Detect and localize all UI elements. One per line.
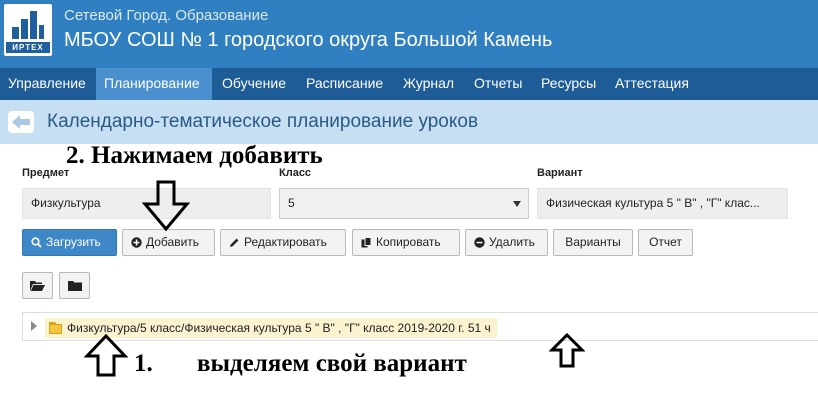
collapse-all-button[interactable] xyxy=(59,272,90,299)
app-title: Сетевой Город. Образование xyxy=(64,7,269,24)
app-header: ИРТЕХ Сетевой Город. Образование МБОУ СО… xyxy=(0,0,818,68)
nav-item-planning[interactable]: Планирование xyxy=(96,68,212,100)
variants-button[interactable]: Варианты xyxy=(553,229,633,256)
load-button-label: Загрузить xyxy=(46,235,101,249)
edit-button[interactable]: Редактировать xyxy=(220,229,346,256)
folder-icon xyxy=(49,322,62,334)
expand-all-button[interactable] xyxy=(22,272,53,299)
page-title-bar: Календарно-тематическое планирование уро… xyxy=(0,100,818,144)
class-select-value: 5 xyxy=(288,196,295,210)
logo-icon[interactable]: ИРТЕХ xyxy=(4,4,52,56)
report-button[interactable]: Отчет xyxy=(638,229,693,256)
delete-button[interactable]: Удалить xyxy=(465,229,548,256)
folder-icon xyxy=(68,281,82,291)
nav-item-certification[interactable]: Аттестация xyxy=(607,68,703,100)
delete-button-label: Удалить xyxy=(489,235,535,249)
variant-label: Вариант xyxy=(537,167,583,179)
copy-button[interactable]: Копировать xyxy=(352,229,460,256)
annotation-step-1-text: выделяем свой вариант xyxy=(197,350,467,377)
logo-text: ИРТЕХ xyxy=(6,42,50,53)
nav-item-journal[interactable]: Журнал xyxy=(395,68,467,100)
arrow-up-icon xyxy=(84,334,128,377)
add-button[interactable]: Добавить xyxy=(122,229,215,256)
school-name: МБОУ СОШ № 1 городского округа Большой К… xyxy=(64,29,553,51)
arrow-up-icon xyxy=(549,333,585,368)
variant-field[interactable]: Физическая культура 5 " В" , "Г" клас... xyxy=(537,188,788,219)
class-select[interactable]: 5 xyxy=(279,188,529,219)
copy-icon xyxy=(361,237,372,248)
search-icon xyxy=(31,237,42,248)
main-nav: Управление Планирование Обучение Расписа… xyxy=(0,68,818,100)
minus-circle-icon xyxy=(474,237,485,249)
tree-expand-icon[interactable] xyxy=(31,321,37,331)
pencil-icon xyxy=(230,238,239,248)
tree-node-label: Физкультура/5 класс/Физическая культура … xyxy=(67,321,491,335)
class-label: Класс xyxy=(279,167,312,179)
nav-item-management[interactable]: Управление xyxy=(0,68,94,100)
subject-label: Предмет xyxy=(22,167,70,179)
folder-open-icon xyxy=(30,281,45,291)
nav-item-learning[interactable]: Обучение xyxy=(214,68,296,100)
copy-button-label: Копировать xyxy=(376,235,441,249)
annotation-step-2: 2. Нажимаем добавить xyxy=(66,142,323,169)
nav-item-resources[interactable]: Ресурсы xyxy=(533,68,609,100)
load-button[interactable]: Загрузить xyxy=(22,229,117,256)
nav-item-schedule[interactable]: Расписание xyxy=(298,68,394,100)
caret-down-icon xyxy=(513,201,521,207)
annotation-step-1-number: 1. xyxy=(134,350,153,377)
plus-circle-icon xyxy=(131,237,142,249)
arrow-down-icon xyxy=(142,180,190,232)
plan-tree: Физкультура/5 класс/Физическая культура … xyxy=(22,312,818,341)
nav-item-reports[interactable]: Отчеты xyxy=(466,68,536,100)
add-button-label: Добавить xyxy=(146,235,200,249)
page-title: Календарно-тематическое планирование уро… xyxy=(47,111,479,132)
edit-button-label: Редактировать xyxy=(244,235,327,249)
back-arrow-icon[interactable] xyxy=(8,111,34,133)
